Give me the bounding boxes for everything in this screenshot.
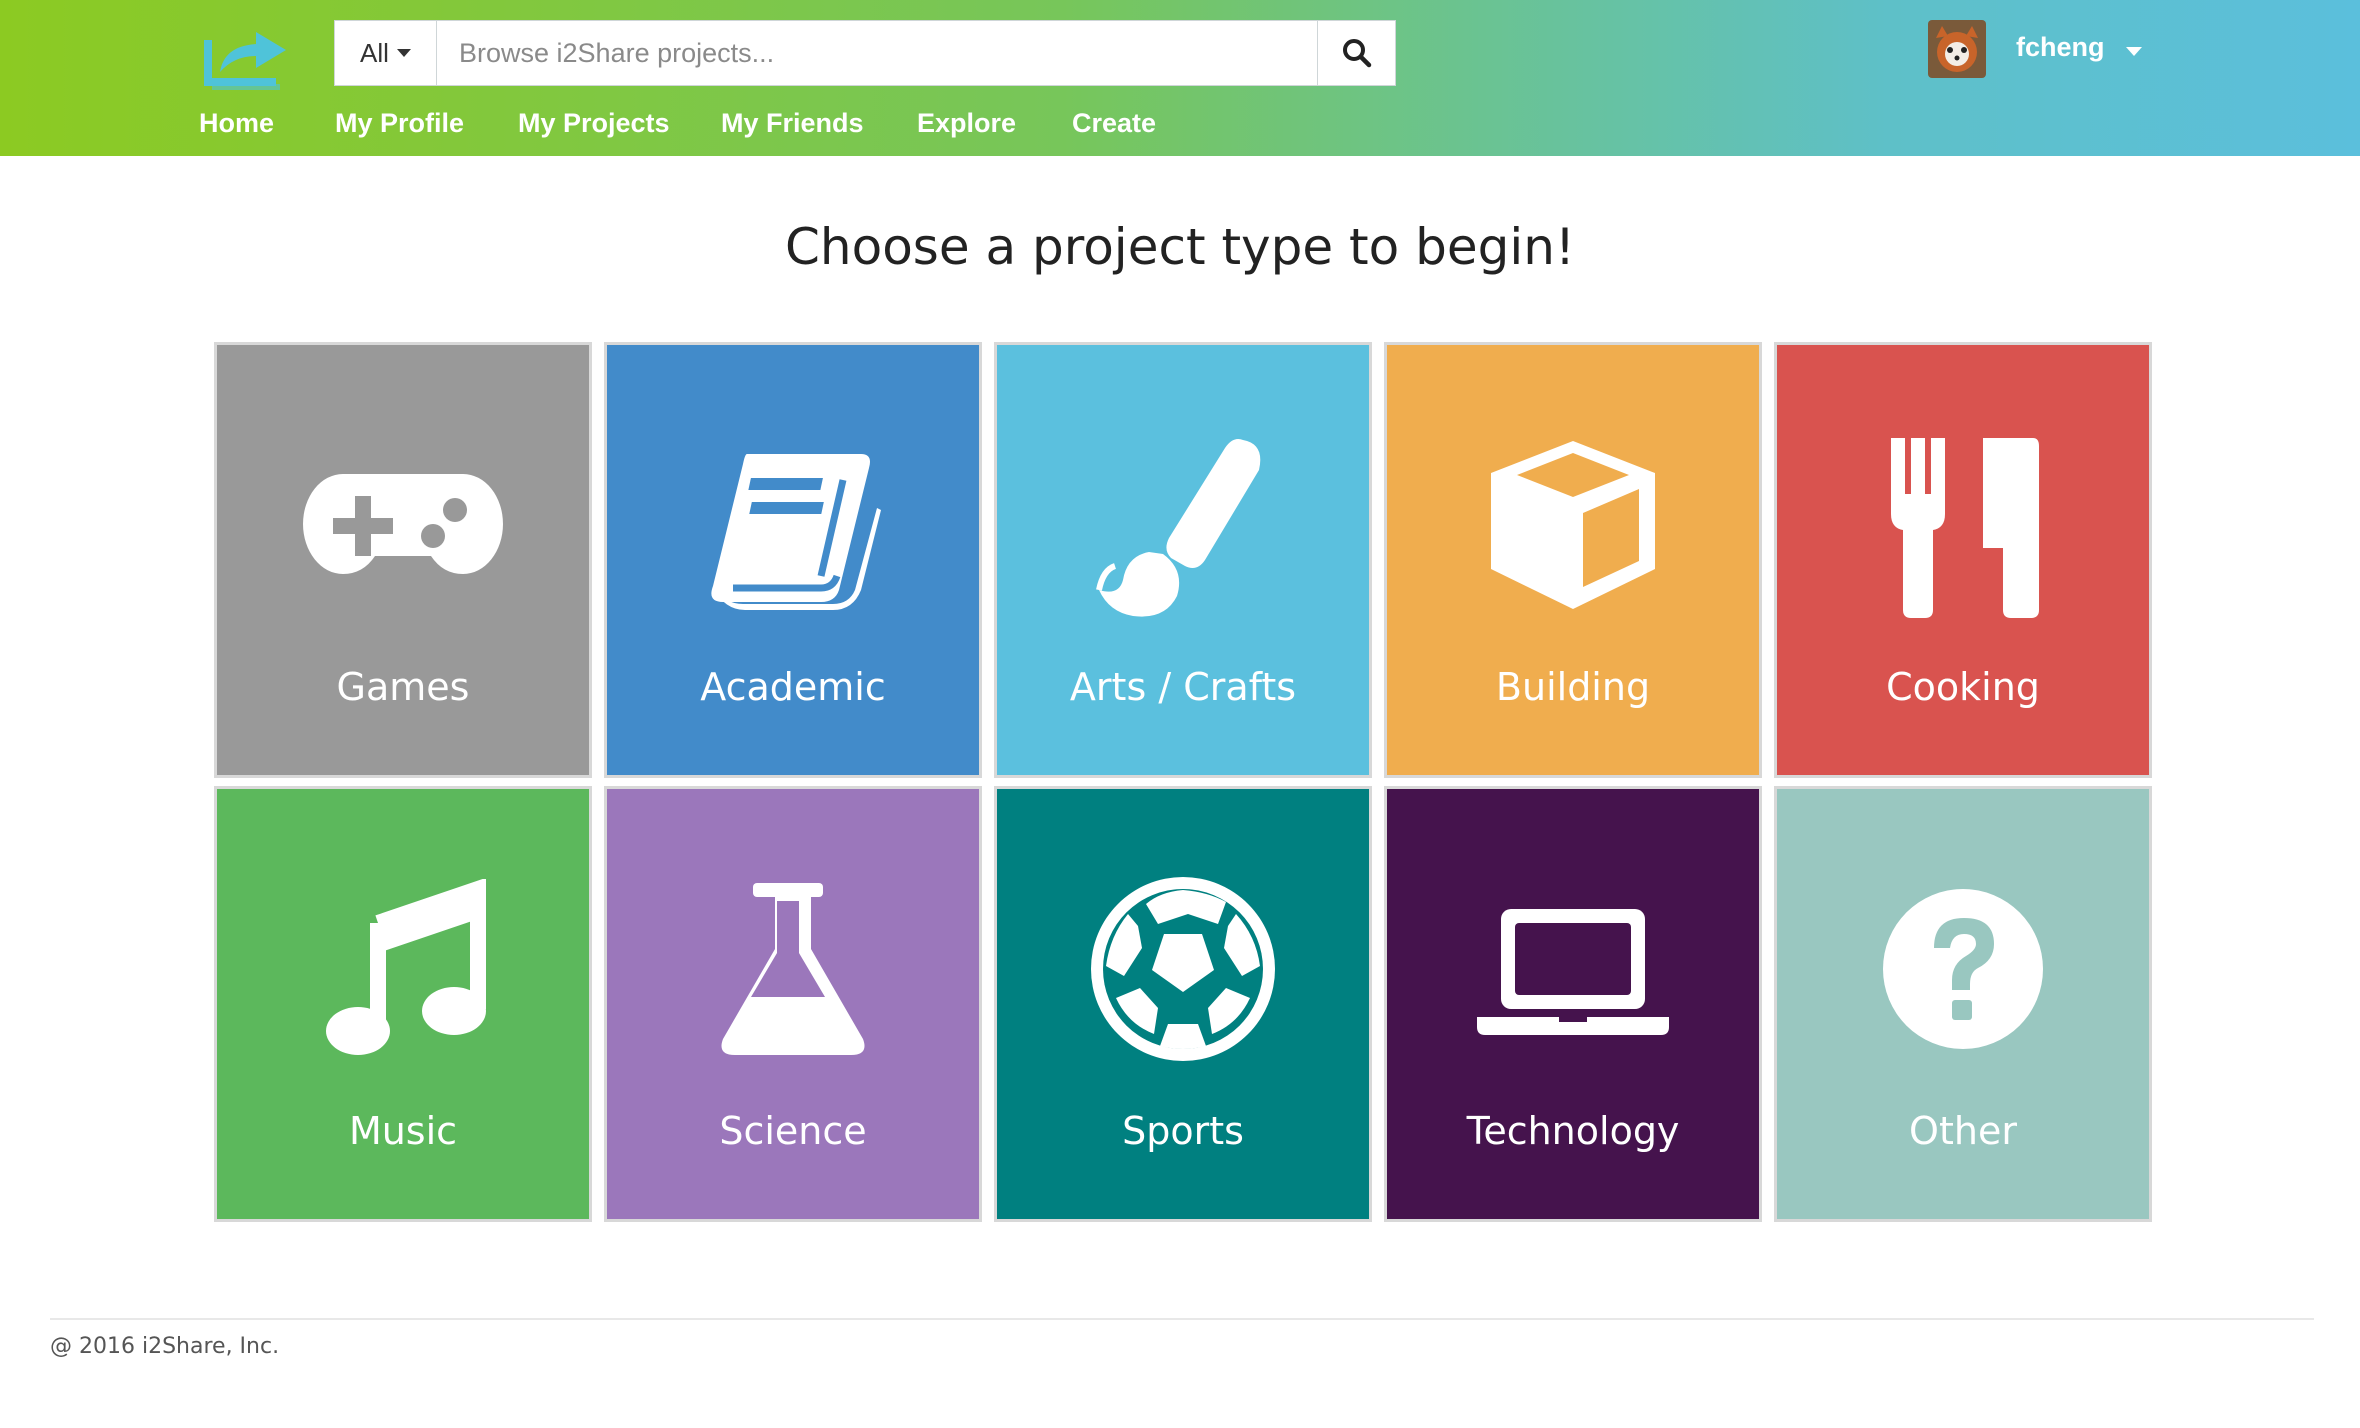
search-scope-dropdown[interactable]: All xyxy=(335,21,437,85)
chevron-down-icon xyxy=(396,49,411,57)
i2share-logo-icon[interactable] xyxy=(204,16,292,92)
music-note-icon xyxy=(217,869,589,1069)
tile-label: Building xyxy=(1495,665,1651,709)
avatar[interactable] xyxy=(1928,20,1986,78)
nav-explore[interactable]: Explore xyxy=(917,108,1016,139)
footer-divider xyxy=(50,1318,2314,1320)
gamepad-icon xyxy=(217,425,589,625)
tile-cooking[interactable]: Cooking xyxy=(1774,342,2152,778)
nav-home[interactable]: Home xyxy=(199,108,274,139)
tile-technology[interactable]: Technology xyxy=(1384,786,1762,1222)
tile-science[interactable]: Science xyxy=(604,786,982,1222)
nav-my-projects[interactable]: My Projects xyxy=(518,108,670,139)
tile-label: Technology xyxy=(1466,1109,1680,1153)
paintbrush-icon xyxy=(997,425,1369,625)
search-bar: All xyxy=(334,20,1396,86)
tile-building[interactable]: Building xyxy=(1384,342,1762,778)
laptop-icon xyxy=(1387,869,1759,1069)
search-input[interactable] xyxy=(439,21,1319,85)
nav-create[interactable]: Create xyxy=(1072,108,1156,139)
soccer-ball-icon xyxy=(997,869,1369,1069)
footer-copyright: @ 2016 i2Share, Inc. xyxy=(50,1334,280,1359)
tile-other[interactable]: Other xyxy=(1774,786,2152,1222)
project-type-grid: Games Academic Arts / Crafts Building Co… xyxy=(214,342,2156,1228)
search-scope-label: All xyxy=(360,37,389,68)
nav-my-friends[interactable]: My Friends xyxy=(721,108,864,139)
tile-label: Science xyxy=(719,1109,867,1153)
tile-academic[interactable]: Academic xyxy=(604,342,982,778)
tile-label: Other xyxy=(1909,1109,2017,1153)
search-icon xyxy=(1342,39,1371,68)
tile-label: Sports xyxy=(1122,1109,1244,1153)
tile-label: Academic xyxy=(700,665,886,709)
tile-music[interactable]: Music xyxy=(214,786,592,1222)
tile-label: Games xyxy=(336,665,470,709)
search-button[interactable] xyxy=(1317,21,1395,85)
question-icon xyxy=(1777,869,2149,1069)
tile-label: Cooking xyxy=(1886,665,2040,709)
nav-my-profile[interactable]: My Profile xyxy=(335,108,464,139)
tile-sports[interactable]: Sports xyxy=(994,786,1372,1222)
chevron-down-icon[interactable] xyxy=(2126,47,2142,56)
tile-games[interactable]: Games xyxy=(214,342,592,778)
username[interactable]: fcheng xyxy=(2016,32,2105,63)
tile-label: Music xyxy=(348,1109,458,1153)
tile-arts-crafts[interactable]: Arts / Crafts xyxy=(994,342,1372,778)
page-title: Choose a project type to begin! xyxy=(785,218,1575,276)
cutlery-icon xyxy=(1777,425,2149,625)
tile-label: Arts / Crafts xyxy=(1069,665,1297,709)
top-header: All Home My Profile My Projects My Frien… xyxy=(0,0,2360,156)
book-icon xyxy=(607,425,979,625)
cube-icon xyxy=(1387,425,1759,625)
flask-icon xyxy=(607,869,979,1069)
